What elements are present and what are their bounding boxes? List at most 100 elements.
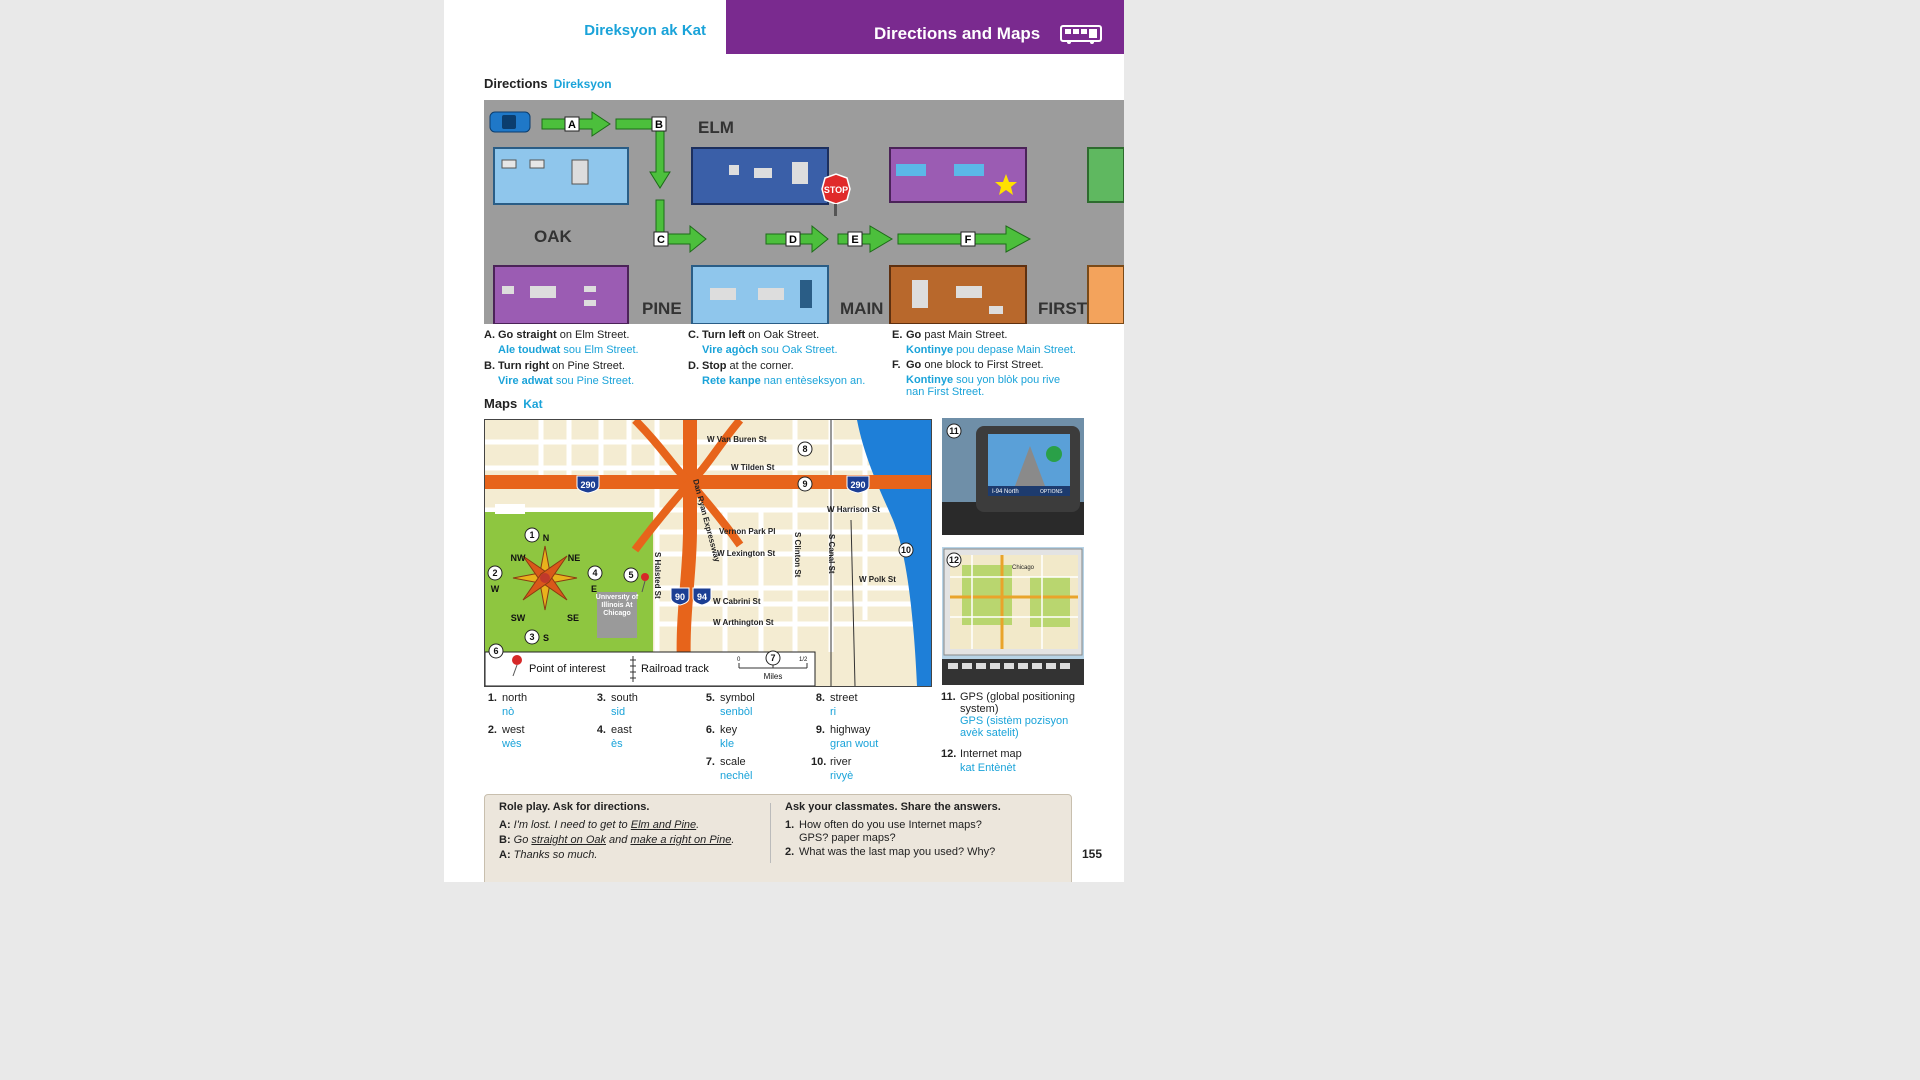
route-letter-e: E (851, 234, 858, 246)
directions-title-ht: Direksyon (553, 77, 612, 91)
page-number: 155 (1082, 847, 1103, 861)
gps-photo: I-94 North OPTIONS 11 (942, 418, 1084, 535)
direction-a: A. Go straight on Elm Street. Ale toudwat… (484, 329, 639, 356)
map-street-cabrini: W Cabrini St (713, 597, 761, 606)
compass-se: SE (567, 613, 579, 623)
callout-9: 9 (802, 479, 807, 489)
callout-7: 7 (770, 653, 775, 663)
header-banner: Directions and Maps (726, 0, 1124, 54)
route-letter-a: A (568, 119, 576, 131)
stop-label: STOP (824, 185, 848, 195)
callout-2: 2 (492, 568, 497, 578)
scale-tick-half: 1/2 (799, 657, 808, 663)
textbook-page: Direksyon ak Kat Directions and Maps Dir… (444, 0, 1124, 882)
direction-e: E. Go past Main Street. Kontinye pou depa… (892, 329, 1076, 356)
directions-title: Directions (484, 76, 548, 91)
vocab-item-11: 11. GPS (global positioning system) GPS (s… (941, 691, 1075, 739)
city-map: W Van Buren St W Tilden St W Harrison St… (484, 419, 932, 687)
callout-1: 1 (529, 530, 534, 540)
callout-4: 4 (592, 568, 597, 578)
university-label: University of Illinois At Chicago (595, 594, 639, 617)
callout-11: 11 (949, 426, 959, 436)
map-street-harrison: W Harrison St (827, 505, 880, 514)
gps-device-icon: I-94 North OPTIONS 11 (942, 418, 1084, 535)
pine-label: PINE (642, 299, 682, 318)
building-1 (493, 147, 629, 205)
activity-divider (770, 803, 771, 863)
route-letter-d: D (789, 234, 797, 246)
route-letter-c: C (657, 234, 665, 246)
vocab-item-7: 7. scale nechèl (705, 756, 753, 782)
map-street-van-buren: W Van Buren St (707, 435, 767, 444)
classmates-question-1: 1. How often do you use Internet maps? GPS… (785, 819, 982, 844)
callout-5: 5 (628, 570, 633, 580)
callout-8: 8 (802, 444, 807, 454)
map-street-polk: W Polk St (859, 575, 896, 584)
compass-sw: SW (511, 613, 526, 623)
callout-10: 10 (901, 545, 911, 555)
maps-title: Maps (484, 396, 518, 411)
map-street-vernon-park: Vernon Park Pl (719, 527, 775, 536)
map-street-clinton: S Clinton St (793, 532, 802, 578)
compass-e: E (591, 584, 597, 594)
direction-b: B. Turn right on Pine Street. Vire adwat … (484, 360, 635, 387)
gps-screen-text: I-94 North (992, 489, 1019, 495)
vocab-item-9: 9. highway gran wout (815, 724, 879, 750)
elm-label: ELM (698, 118, 734, 137)
route-letter-f: F (965, 234, 972, 246)
main-label: MAIN (840, 299, 883, 318)
shield-290-left: 290 (580, 480, 595, 490)
compass-ne: NE (568, 553, 581, 563)
compass-nw: NW (511, 553, 526, 563)
classmates-title: Ask your classmates. Share the answers. (785, 801, 1001, 813)
header-left: Direksyon ak Kat (444, 0, 724, 54)
callout-3: 3 (529, 632, 534, 642)
roleplay-line-2: B: Go straight on Oak and make a right o… (499, 834, 735, 846)
activity-box: Role play. Ask for directions. A: I'm lo… (484, 794, 1072, 882)
map-street-lexington: W Lexington St (717, 549, 776, 558)
roleplay-title: Role play. Ask for directions. (499, 801, 650, 813)
direction-c: C. Turn left on Oak Street. Vire agòch so… (688, 329, 838, 356)
shield-94: 94 (697, 592, 707, 602)
bus-icon (1060, 25, 1102, 44)
vocab-item-3: 3. south sid (596, 692, 638, 718)
vocab-item-4: 4. east ès (596, 724, 632, 750)
callout-6: 6 (493, 646, 498, 656)
compass-w: W (491, 584, 500, 594)
roleplay-line-1: A: I'm lost. I need to get to Elm and Pi… (499, 819, 700, 831)
callout-12: 12 (949, 555, 959, 565)
city-map-graphic: W Van Buren St W Tilden St W Harrison St… (485, 420, 931, 686)
oak-label: OAK (534, 227, 573, 246)
classmates-question-2: 2. What was the last map you used? Why? (785, 846, 996, 858)
vocab-item-5: 5. symbol senbòl (705, 692, 755, 718)
internet-map-photo: Chicago 12 (942, 547, 1084, 685)
compass-s: S (543, 633, 549, 643)
header-title: Directions and Maps (874, 24, 1041, 43)
scale-miles-label: Miles (764, 672, 783, 681)
key-rail-label: Railroad track (641, 663, 709, 675)
vocab-item-6: 6. key kle (705, 724, 738, 750)
vocab-item-8: 8. street ri (815, 692, 858, 718)
map-street-arthington: W Arthington St (713, 618, 774, 627)
header-haitian-title: Direksyon ak Kat (584, 22, 706, 39)
street-illustration: STOP ELM OAK PINE MAIN FIRST A B C D E F (484, 100, 1124, 324)
shield-290-right: 290 (850, 480, 865, 490)
compass-n: N (543, 533, 550, 543)
key-poi-label: Point of interest (529, 663, 605, 675)
vocab-item-10: 10. river rivyè (811, 756, 854, 782)
vocab-item-1: 1. north nò (487, 692, 528, 718)
gps-options: OPTIONS (1040, 489, 1063, 495)
computer-monitor-icon: Chicago 12 (942, 547, 1084, 685)
map-street-tilden: W Tilden St (731, 463, 775, 472)
first-label: FIRST (1038, 299, 1088, 318)
maps-heading: Maps Kat (484, 396, 543, 411)
building-3 (889, 147, 1027, 203)
vocab-item-2: 2. west wès (487, 724, 525, 750)
shield-90: 90 (675, 592, 685, 602)
directions-heading: Directions Direksyon (484, 76, 612, 91)
map-street-halsted: S Halsted St (653, 552, 662, 599)
internet-map-city: Chicago (1012, 565, 1035, 571)
map-street-canal: S Canal St (827, 534, 836, 574)
building-2 (691, 147, 829, 205)
direction-f: F. Go one block to First Street. Kontinye… (892, 359, 1061, 398)
